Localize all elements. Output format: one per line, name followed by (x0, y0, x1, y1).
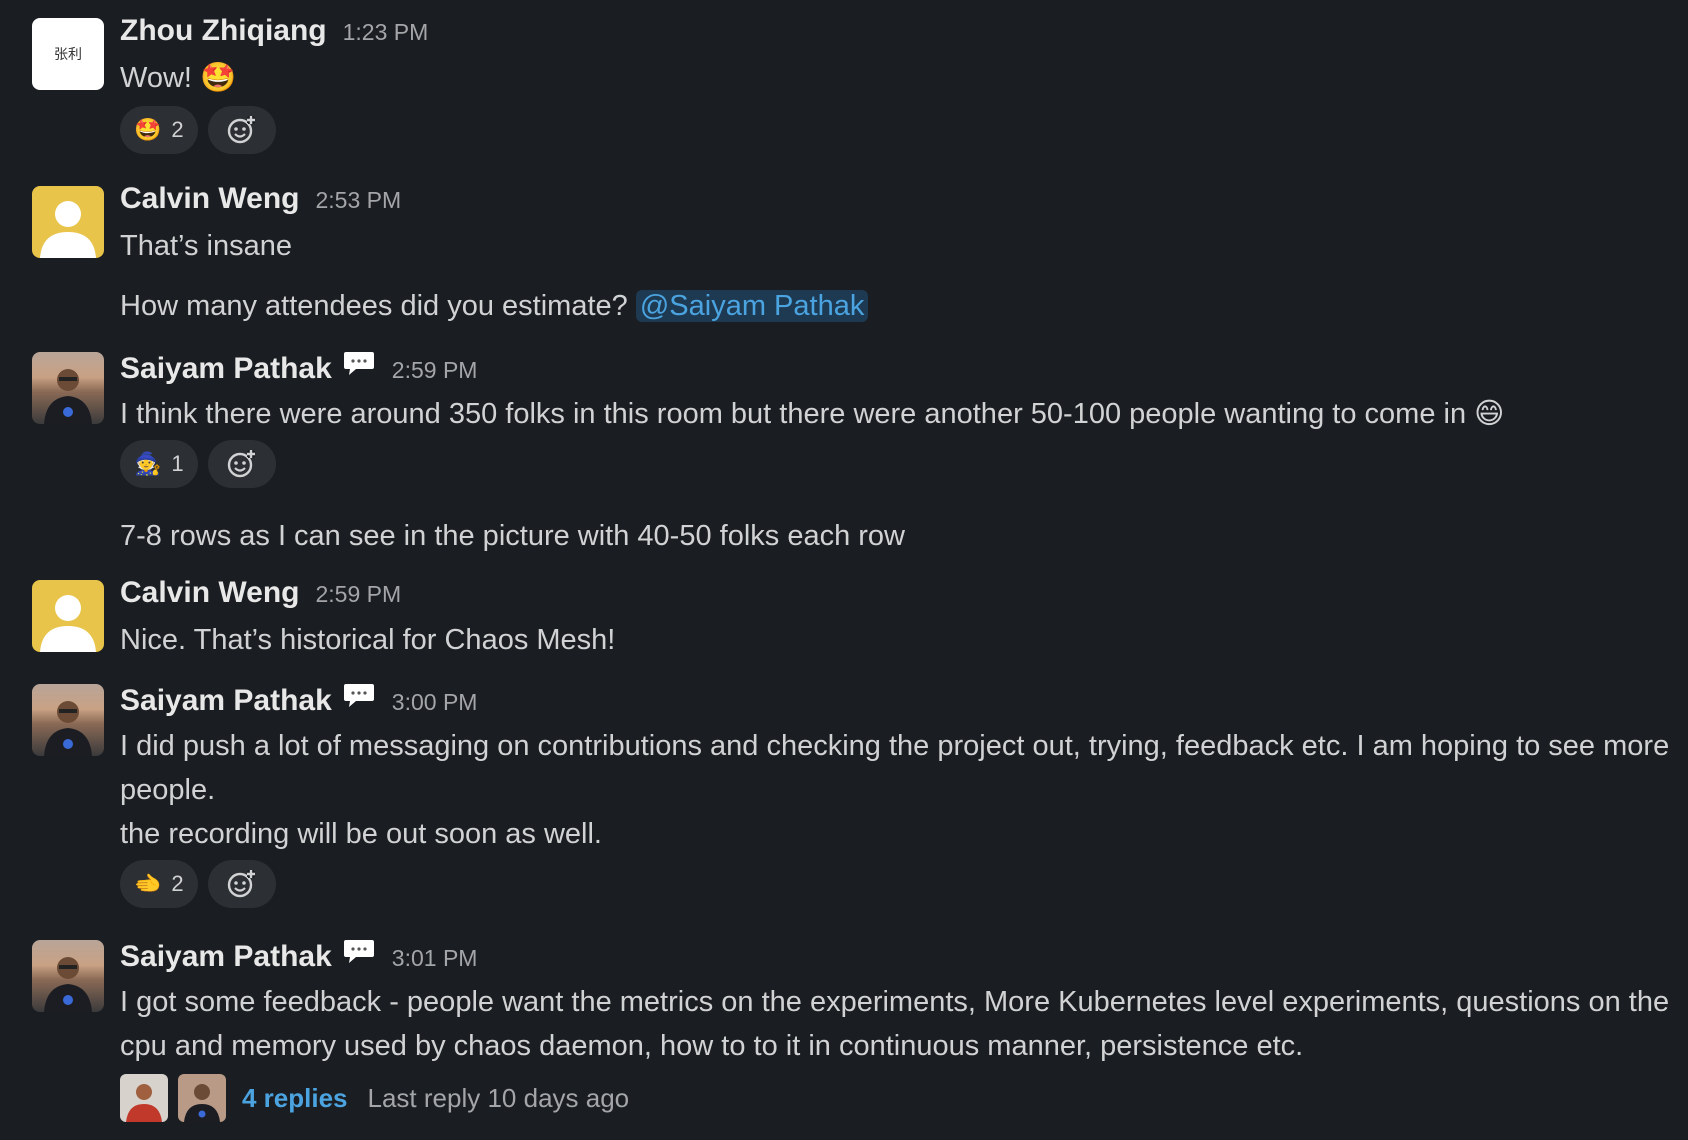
message-text: Nice. That’s historical for Chaos Mesh! (120, 624, 616, 656)
reaction-pill[interactable]: 🧙 1 (120, 440, 198, 488)
default-user-icon (40, 201, 96, 258)
message-text: How many attendees did you estimate? @Sa… (120, 284, 1670, 328)
timestamp[interactable]: 2:59 PM (392, 357, 478, 384)
add-reaction-icon (227, 870, 255, 898)
avatar[interactable] (32, 940, 104, 1012)
avatar[interactable]: 张利 (32, 18, 104, 90)
message-text: That’s insane (120, 230, 292, 262)
author-name[interactable]: Calvin Weng (120, 182, 299, 216)
speech-bubble-icon (343, 352, 374, 375)
timestamp[interactable]: 3:01 PM (392, 945, 478, 972)
avatar[interactable] (32, 580, 104, 652)
add-reaction-button[interactable] (207, 860, 276, 908)
last-reply-time: Last reply 10 days ago (367, 1082, 630, 1113)
profile-photo (44, 957, 92, 1012)
avatar[interactable] (32, 352, 104, 424)
avatar[interactable] (32, 684, 104, 756)
replies-link[interactable]: 4 replies (242, 1083, 348, 1114)
message-text: I got some feedback - people want the me… (120, 986, 1670, 1062)
timestamp[interactable]: 2:53 PM (315, 187, 401, 214)
profile-photo (44, 369, 92, 424)
add-reaction-button[interactable] (207, 440, 276, 488)
add-reaction-button[interactable] (207, 106, 276, 154)
timestamp[interactable]: 2:59 PM (315, 581, 401, 608)
reaction-pill[interactable]: 🫲 2 (120, 860, 198, 908)
reaction-pill[interactable]: 🤩 2 (120, 106, 198, 154)
author-name[interactable]: Saiyam Pathak (120, 352, 332, 386)
speech-bubble-icon (343, 940, 374, 963)
message-feed: 张利 Zhou Zhiqiang 1:23 PM Wow! 🤩 🤩 2 Calv… (0, 0, 1688, 1140)
author-name[interactable]: Saiyam Pathak (120, 684, 332, 718)
star-struck-emoji-icon: 🤩 (134, 117, 162, 142)
timestamp[interactable]: 3:00 PM (392, 689, 478, 716)
profile-photo (120, 1074, 168, 1122)
reaction-count: 2 (171, 117, 184, 142)
default-user-icon (40, 595, 96, 652)
message-text: I did push a lot of messaging on contrib… (120, 730, 1670, 806)
message-text-part: How many attendees did you estimate? (120, 290, 628, 322)
user-mention[interactable]: @Saiyam Pathak (635, 290, 869, 322)
message-text: the recording will be out soon as well. (120, 818, 602, 850)
profile-photo (44, 701, 92, 756)
reaction-count: 1 (171, 451, 184, 476)
hand-emoji-icon: 🫲 (134, 871, 162, 896)
speech-bubble-icon (343, 684, 374, 707)
timestamp[interactable]: 1:23 PM (343, 19, 429, 46)
avatar[interactable] (32, 186, 104, 258)
message-text: 7-8 rows as I can see in the picture wit… (120, 520, 905, 552)
reply-avatar (178, 1074, 226, 1122)
wizard-emoji-icon: 🧙 (134, 451, 162, 476)
avatar-signature: 张利 (54, 47, 82, 63)
author-name[interactable]: Calvin Weng (120, 576, 299, 610)
add-reaction-icon (227, 116, 255, 144)
author-name[interactable]: Zhou Zhiqiang (120, 14, 327, 48)
message-text: Wow! 🤩 (120, 62, 237, 94)
reaction-count: 2 (171, 871, 184, 896)
profile-photo (178, 1074, 226, 1122)
thread-summary[interactable]: 4 replies Last reply 10 days ago (120, 1074, 629, 1122)
reply-avatar (120, 1074, 168, 1122)
author-name[interactable]: Saiyam Pathak (120, 940, 332, 974)
add-reaction-icon (227, 450, 255, 478)
message-text: I think there were around 350 folks in t… (120, 398, 1505, 430)
